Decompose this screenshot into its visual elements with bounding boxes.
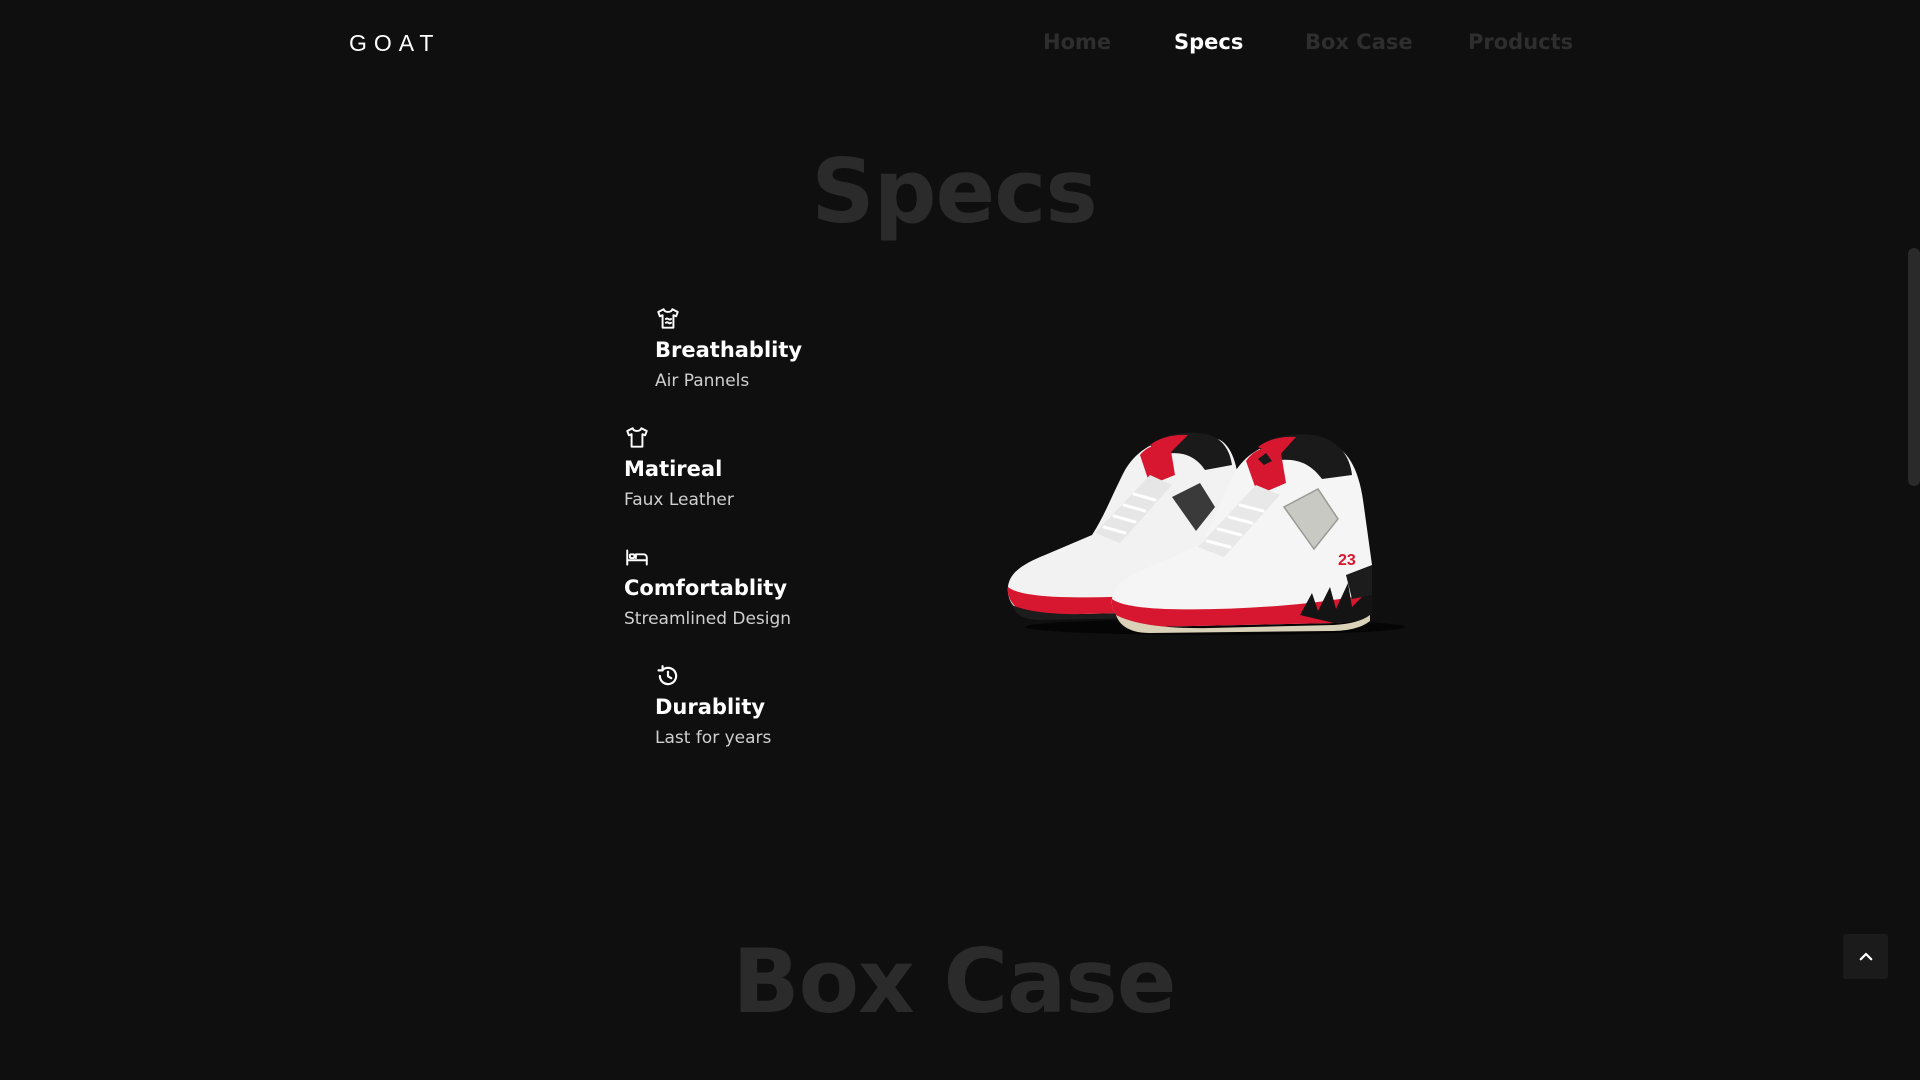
feature-subtitle: Air Pannels [655, 371, 750, 391]
feature-subtitle: Streamlined Design [624, 609, 792, 629]
brand-logo[interactable]: GOAT [349, 30, 440, 57]
nav-box-case[interactable]: Box Case [1305, 30, 1413, 54]
feature-breathability: Breathablity Air Pannels [655, 306, 802, 391]
feature-durability: Durablity Last for years [655, 663, 771, 748]
tshirt-icon [626, 427, 648, 448]
specs-section-title: Specs [811, 140, 1098, 243]
history-icon [657, 665, 678, 686]
svg-text:23: 23 [1338, 552, 1356, 569]
scrollbar-thumb[interactable] [1908, 248, 1920, 486]
feature-title: Comfortablity [624, 576, 788, 600]
feature-subtitle: Faux Leather [624, 490, 734, 510]
bed-icon [626, 549, 648, 566]
shirt-care-icon [657, 308, 679, 329]
nav-products[interactable]: Products [1468, 30, 1573, 54]
box-case-section-title: Box Case [732, 930, 1177, 1033]
feature-material: Matireal Faux Leather [624, 425, 734, 510]
back-to-top-button[interactable] [1843, 934, 1888, 979]
nav-specs[interactable]: Specs [1174, 30, 1243, 54]
page: GOAT Home Specs Box Case Products Specs … [0, 0, 1920, 1080]
feature-title: Durablity [655, 695, 766, 719]
feature-subtitle: Last for years [655, 728, 772, 748]
feature-title: Matireal [624, 457, 723, 481]
feature-comfort: Comfortablity Streamlined Design [624, 544, 791, 629]
sneaker-pair-image: 23 [1007, 432, 1405, 635]
nav-home[interactable]: Home [1043, 30, 1111, 54]
chevron-up-icon [1859, 952, 1872, 960]
feature-title: Breathablity [655, 338, 803, 362]
